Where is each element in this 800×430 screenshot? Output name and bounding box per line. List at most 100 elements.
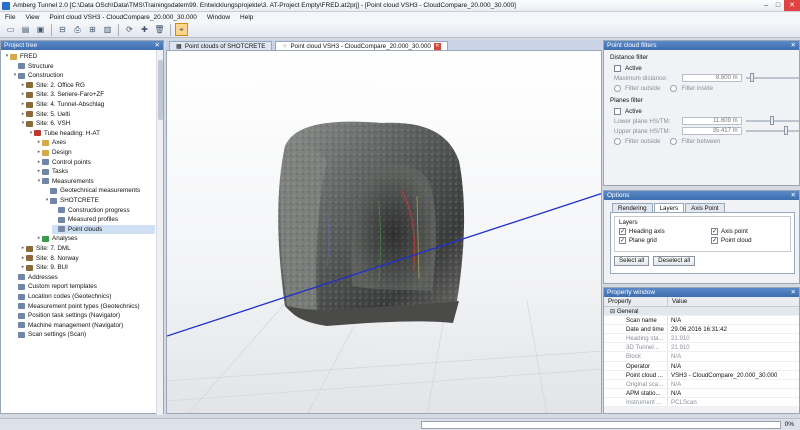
tree-item[interactable]: Construction progress [52,206,155,215]
axis-point-checkbox[interactable]: ✓ [711,228,718,235]
tree-item[interactable]: Custom report templates [12,282,155,291]
upper-plane-slider[interactable] [745,126,799,135]
planes-filter-title: Planes filter [610,97,643,104]
print-icon[interactable]: ⎙ [71,23,84,36]
layers-group: Layers ✓ Heading axis ✓ Axis point ✓ Plane … [614,216,791,252]
tree-item[interactable]: Geotechnical measurements [44,186,155,195]
planes-filter-outside-radio[interactable] [614,137,621,145]
analyses-icon [42,235,49,242]
property-row[interactable]: Scan name N/A [604,316,799,326]
property-row[interactable]: Point cloud ... VSH3 - CloudCompare_20.00… [604,370,799,380]
close-icon[interactable]: ✕ [791,41,799,50]
maximize-button[interactable]: □ [772,0,784,11]
property-row[interactable]: Instrument ... PCLScan [604,397,799,408]
select-tool-icon[interactable]: ⌖ [175,23,188,36]
tree-item[interactable]: ▾ Tube heading: H-AT [28,129,155,138]
tree-item[interactable]: Measurement point types (Geotechnics) [12,302,155,311]
tree-scrollbar[interactable] [156,50,163,415]
lower-plane-input[interactable]: 11.609 m [682,117,742,125]
tree-item[interactable]: Structure [12,62,155,71]
close-icon[interactable]: ✕ [791,288,799,297]
tree-item[interactable]: Machine management (Navigator) [12,321,155,330]
close-icon[interactable]: ✕ [155,41,163,50]
tree-item[interactable]: ▾ Construction [12,71,155,80]
property-group-general[interactable]: ⊟ General [604,307,799,317]
tree-item[interactable]: ▸ Site: 7. DML [20,244,155,253]
delete-icon[interactable]: 🗑 [153,23,166,36]
save-icon[interactable]: ▣ [34,23,47,36]
site-icon [26,264,33,271]
report-icon[interactable]: ▥ [101,23,114,36]
tree-item[interactable]: ▸ Site: 3. Seriere-Faro+ZF [20,90,155,99]
distance-active-checkbox[interactable] [614,64,621,72]
tab-point-cloud-vsh3[interactable]: ⁘ Point cloud VSH3 - CloudCompare_20.000… [275,41,448,50]
menu-point-cloud[interactable]: Point cloud VSH3 - CloudCompare_20.000_3… [44,14,201,21]
tree-item[interactable]: ▸ Analyses [36,234,155,243]
tab-axis-point[interactable]: Axis Point [685,203,725,212]
property-row[interactable]: Original sca... N/A [604,379,799,389]
refresh-icon[interactable]: ⟳ [123,23,136,36]
close-icon[interactable]: ✕ [791,191,799,200]
property-row[interactable]: 3D Tunnel... 21.910 [604,343,799,353]
property-row[interactable]: Block N/A [604,352,799,362]
tree-item[interactable]: Location codes (Geotechnics) [12,292,155,301]
tree-item[interactable]: Measured profiles [52,215,155,224]
point-cloud-checkbox[interactable]: ✓ [711,237,718,244]
close-button[interactable]: ✕ [784,0,800,11]
tree-item[interactable]: ▸ Axes [36,138,155,147]
planes-filter-between-radio[interactable] [670,137,678,145]
upper-plane-input[interactable]: 35.417 m [682,127,742,135]
value-column-header[interactable]: Value [668,297,687,306]
add-icon[interactable]: ✚ [138,23,151,36]
lower-plane-slider[interactable] [745,116,799,125]
distance-filter-outside-radio[interactable] [614,84,621,92]
property-column-header[interactable]: Property [604,297,668,306]
point-cloud-viewport[interactable] [166,50,602,414]
tree-item[interactable]: ▸ Site: 8. Norway [20,254,155,263]
distance-filter-inside-radio[interactable] [670,84,678,92]
minimize-button[interactable]: – [760,0,772,11]
tree-item[interactable]: ▾ Measurements [36,177,155,186]
deselect-all-button[interactable]: Deselect all [653,256,696,266]
tab-point-clouds-of-shotcrete[interactable]: ▦ Point clouds of SHOTCRETE [169,41,273,50]
tab-rendering[interactable]: Rendering [612,203,653,212]
tab-layers[interactable]: Layers [653,203,685,212]
open-icon[interactable]: ▤ [19,23,32,36]
select-all-button[interactable]: Select all [614,256,650,266]
tree-item-label: Site: 9. BUI [36,264,68,272]
layout-icon[interactable]: ⊟ [56,23,69,36]
menu-help[interactable]: Help [235,14,258,21]
tree-item[interactable]: ▸ Control points [36,158,155,167]
tasks-icon [42,168,49,175]
tree-item[interactable]: Point clouds [52,224,155,234]
tree-item[interactable]: ▾ SHOTCRETE [44,196,155,205]
tree-item-label: Machine management (Navigator) [28,321,124,329]
plane-grid-checkbox[interactable]: ✓ [619,237,626,244]
max-distance-input[interactable]: 8.600 m [682,74,742,82]
menu-window[interactable]: Window [202,14,235,21]
property-row[interactable]: APM statio... N/A [604,388,799,398]
window-title: Amberg Tunnel 2.0 [C:\Data OSch\Data\TMS… [13,2,516,9]
tree-item[interactable]: ▸ Site: 5. Uelti [20,110,155,119]
new-icon[interactable]: ▭ [4,23,17,36]
tree-item[interactable]: ▸ Site: 4. Tunnel-Abschlag [20,100,155,109]
property-row[interactable]: Date and time 29.06.2016 16:31:42 [604,325,799,335]
tree-item[interactable]: Addresses [12,273,155,282]
menu-view[interactable]: View [20,14,44,21]
tree-item[interactable]: ▸ Tasks [36,167,155,176]
tree-item[interactable]: ▸ Design [36,148,155,157]
tree-item[interactable]: ▾ Site: 6. VSH [20,119,155,128]
tree-item[interactable]: Scan settings (Scan) [12,330,155,339]
menu-file[interactable]: File [0,14,20,21]
tree-item[interactable]: ▾ FRED [4,52,155,61]
max-distance-slider[interactable] [745,73,799,82]
property-row[interactable]: Operator N/A [604,361,799,371]
tab-close-icon[interactable]: ✕ [433,42,441,50]
property-row[interactable]: Heading sta... 21.910 [604,334,799,344]
tree-item[interactable]: Position task settings (Navigator) [12,311,155,320]
heading-axis-checkbox[interactable]: ✓ [619,228,626,235]
tree-item[interactable]: ▸ Site: 2. Office RG [20,81,155,90]
tree-item[interactable]: ▸ Site: 9. BUI [20,263,155,272]
planes-active-checkbox[interactable] [614,107,621,115]
table-icon[interactable]: ⊞ [86,23,99,36]
